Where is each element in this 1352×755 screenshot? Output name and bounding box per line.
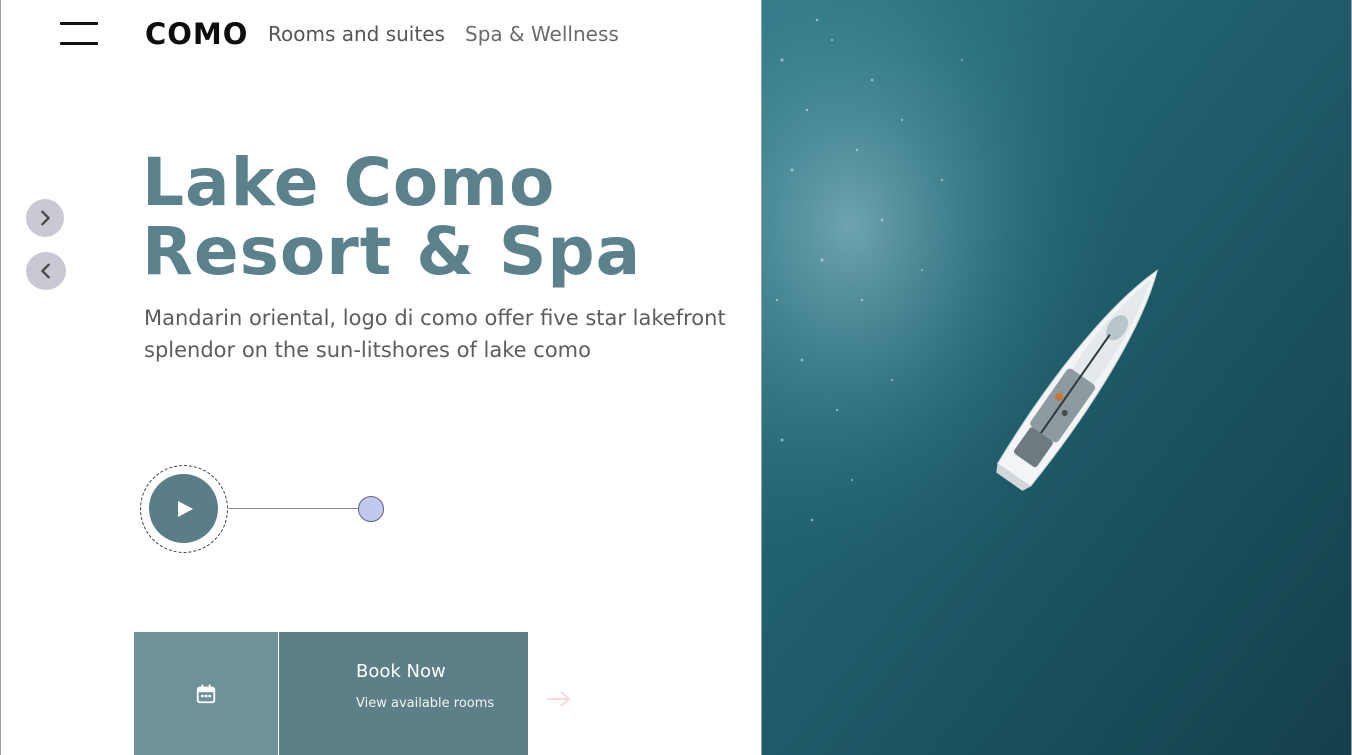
nav-link-rooms-and-suites[interactable]: Rooms and suites [268,22,445,46]
play-icon [178,500,193,517]
video-progress-handle[interactable] [358,496,384,522]
book-now-subtitle: View available rooms [356,696,495,711]
nav-link-spa-and-wellness[interactable]: Spa & Wellness [465,22,619,46]
sailboat-aerial-image [762,0,1351,755]
book-now-title: Book Now [356,661,446,682]
book-now-button[interactable]: Book Now View available rooms [279,632,528,755]
arrow-right-icon[interactable] [545,688,573,710]
play-video-button[interactable] [149,474,218,543]
brand-logo[interactable]: COMO [145,17,248,51]
chevron-left-icon [41,263,50,279]
calendar-button[interactable] [134,632,278,755]
hero-title-line-2: Resort & Spa [142,213,642,290]
next-slide-button[interactable] [26,199,64,237]
hero-description: Mandarin oriental, logo di como offer fi… [144,306,726,362]
hero-photo [761,0,1351,755]
hero-title: Lake Como Resort & Spa [142,148,742,286]
chevron-right-icon [41,210,50,226]
video-progress-track [228,508,360,509]
previous-slide-button[interactable] [26,252,66,290]
calendar-icon [196,683,216,703]
hamburger-menu-icon[interactable] [60,22,98,46]
hero-title-line-1: Lake Como [142,144,556,221]
